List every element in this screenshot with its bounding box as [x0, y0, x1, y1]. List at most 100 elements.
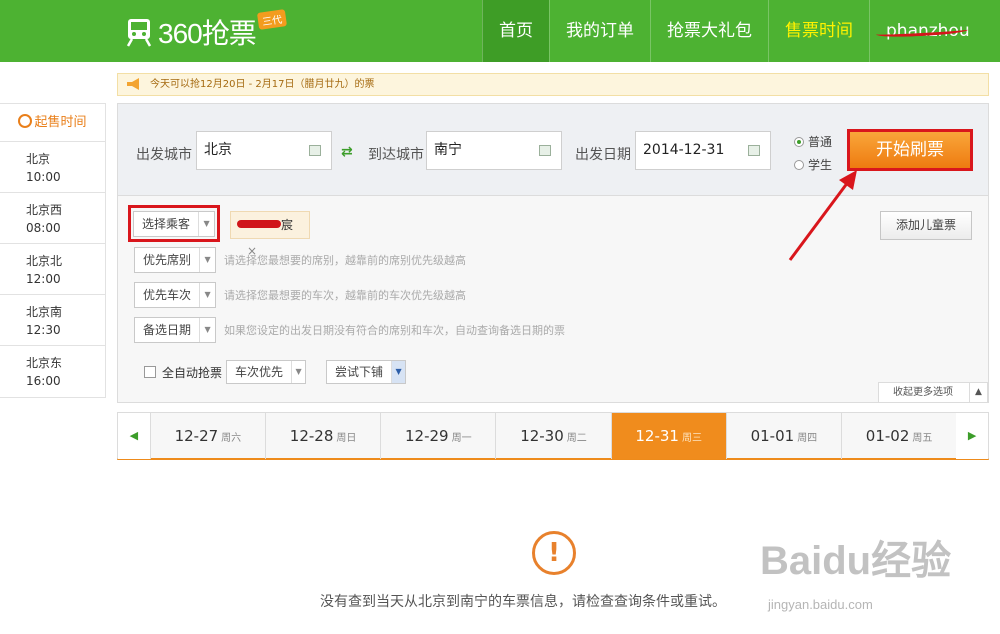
sidebar-item[interactable]: 北京东 16:00: [0, 346, 105, 397]
seat-preference-row: 优先席别 ▼ 请选择您最想要的席别，越靠前的席别优先级越高: [134, 247, 466, 273]
lower-berth-value: 尝试下铺: [335, 365, 384, 379]
date-value: 12-30: [520, 427, 564, 445]
city-picker-icon[interactable]: [539, 145, 551, 156]
date-tab[interactable]: 01-02 周五: [841, 413, 956, 459]
train-hint: 请选择您最想要的车次，越靠前的车次优先级越高: [224, 289, 467, 302]
date-tab[interactable]: 12-28 周日: [264, 413, 380, 459]
date-tab[interactable]: 12-29 周一: [380, 413, 495, 459]
backup-date-row: 备选日期 ▼ 如果您设定的出发日期没有符合的席别和车次，自动查询备选日期的票: [134, 317, 565, 343]
nav-home[interactable]: 首页: [482, 0, 549, 62]
sidebar-item[interactable]: 北京南 12:30: [0, 295, 105, 346]
main-nav: 首页 我的订单 抢票大礼包 售票时间 phanzhou: [482, 0, 986, 62]
dropdown-arrow-icon: ▼: [199, 283, 215, 307]
start-refresh-button[interactable]: 开始刷票: [847, 129, 973, 171]
auto-grab-checkbox[interactable]: [144, 366, 156, 378]
station-name: 北京西: [26, 203, 63, 217]
to-city-value: 南宁: [434, 142, 462, 158]
swap-cities-icon[interactable]: ⇄: [341, 144, 353, 160]
prev-dates-arrow-icon[interactable]: ◀: [118, 413, 150, 459]
radio-checked-icon: [794, 137, 804, 147]
radio-label: 普通: [808, 135, 833, 149]
dropdown-arrow-icon: ▼: [199, 318, 215, 342]
date-value: 12-27: [174, 427, 219, 445]
annotation-arrow-icon: [788, 170, 857, 261]
version-badge: 三代: [256, 9, 288, 30]
sidebar-item[interactable]: 北京西 08:00: [0, 193, 105, 244]
city-picker-icon[interactable]: [309, 145, 321, 156]
auto-mode-select[interactable]: 车次优先 ▼: [226, 360, 307, 384]
nav-username[interactable]: phanzhou: [869, 0, 986, 62]
sidebar-title: 起售时间: [0, 104, 105, 142]
date-value: 01-02: [865, 427, 910, 445]
date-value: 12-29: [404, 427, 449, 445]
weekday: 周二: [566, 433, 587, 444]
date-value: 12-31: [635, 427, 679, 445]
logo[interactable]: 360抢票: [126, 14, 257, 50]
date-label: 出发日期: [575, 147, 631, 163]
logo-text: 360抢票: [158, 18, 257, 49]
nav-my-orders[interactable]: 我的订单: [549, 0, 650, 62]
train-preference-select[interactable]: 优先车次 ▼: [134, 282, 217, 308]
notice-text: 今天可以抢12月20日 - 2月17日（腊月廿九）的票: [150, 79, 375, 90]
backup-date-label: 备选日期: [143, 323, 192, 337]
train-preference-label: 优先车次: [143, 288, 192, 302]
empty-result-message: 没有查到当天从北京到南宁的车票信息，请检查查询条件或重试。: [320, 594, 726, 610]
date-value: 12-28: [289, 427, 334, 445]
from-label: 出发城市: [136, 147, 192, 163]
weekday: 周四: [797, 433, 818, 444]
date-tab-selected[interactable]: 12-31 周三: [610, 413, 726, 459]
auto-grab-row: 全自动抢票 车次优先 ▼ 尝试下铺 ▼: [144, 360, 407, 384]
megaphone-icon: [127, 78, 139, 90]
sidebar-item[interactable]: 北京北 12:00: [0, 244, 105, 295]
to-city-input[interactable]: 南宁: [426, 131, 562, 170]
seat-preference-select[interactable]: 优先席别 ▼: [134, 247, 217, 273]
sale-time: 08:00: [26, 221, 61, 235]
date-tab[interactable]: 01-01 周四: [725, 413, 841, 459]
collapse-options-button[interactable]: 收起更多选项 ▲: [878, 382, 988, 403]
nav-sale-time[interactable]: 售票时间: [768, 0, 869, 62]
sale-time: 12:30: [26, 323, 61, 337]
depart-date-input[interactable]: 2014-12-31: [635, 131, 771, 170]
sidebar-title-text: 起售时间: [34, 115, 87, 130]
station-name: 北京北: [26, 254, 63, 268]
add-child-ticket-button[interactable]: 添加儿童票: [880, 211, 972, 240]
passenger-select-highlight: 选择乘客 ▼: [128, 205, 221, 242]
dropdown-arrow-icon: ▼: [391, 361, 406, 383]
sale-time: 10:00: [26, 170, 61, 184]
date-selector-bar: ◀ 12-27 周六 12-28 周日 12-29 周一 12-30 周二 12-31 周…: [117, 412, 989, 460]
sale-time: 12:00: [26, 272, 61, 286]
from-city-input[interactable]: 北京: [196, 131, 332, 170]
backup-date-select[interactable]: 备选日期 ▼: [134, 317, 217, 343]
sale-time: 16:00: [26, 374, 61, 388]
calendar-icon[interactable]: [748, 145, 760, 156]
next-dates-arrow-icon[interactable]: ▶: [956, 413, 988, 459]
passenger-name: 宸: [281, 218, 294, 232]
date-tab[interactable]: 12-30 周二: [495, 413, 610, 459]
passenger-select[interactable]: 选择乘客 ▼: [133, 210, 216, 237]
train-icon: [126, 19, 152, 47]
weekday: 周日: [336, 433, 357, 444]
collapse-label: 收起更多选项: [893, 387, 953, 398]
backup-hint: 如果您设定的出发日期没有符合的席别和车次，自动查询备选日期的票: [224, 324, 566, 337]
sale-time-sidebar: 起售时间 北京 10:00 北京西 08:00 北京北 12:00 北京南 12:30 …: [0, 103, 106, 398]
nav-gift-pack[interactable]: 抢票大礼包: [650, 0, 768, 62]
top-header: 360抢票 三代 首页 我的订单 抢票大礼包 售票时间 phanzhou: [0, 0, 1000, 62]
baidu-watermark-url: jingyan.baidu.com: [768, 597, 873, 612]
date-value: 01-01: [750, 427, 795, 445]
seat-preference-label: 优先席别: [143, 253, 192, 267]
ticket-type-normal[interactable]: 普通: [794, 133, 832, 150]
sidebar-item[interactable]: 北京 10:00: [0, 142, 105, 193]
seat-hint: 请选择您最想要的席别，越靠前的席别优先级越高: [224, 254, 467, 267]
chevron-up-icon: ▲: [969, 383, 987, 402]
date-tab[interactable]: 12-27 周六: [149, 413, 265, 459]
station-name: 北京东: [26, 356, 63, 370]
radio-unchecked-icon: [794, 160, 804, 170]
from-city-value: 北京: [204, 142, 232, 158]
lower-berth-select[interactable]: 尝试下铺 ▼: [326, 360, 407, 384]
train-preference-row: 优先车次 ▼ 请选择您最想要的车次，越靠前的车次优先级越高: [134, 282, 466, 308]
dropdown-arrow-icon: ▼: [198, 211, 214, 236]
auto-mode-value: 车次优先: [235, 365, 284, 379]
redaction-scribble: [237, 220, 281, 228]
station-name: 北京南: [26, 305, 63, 319]
weekday: 周一: [451, 433, 472, 444]
